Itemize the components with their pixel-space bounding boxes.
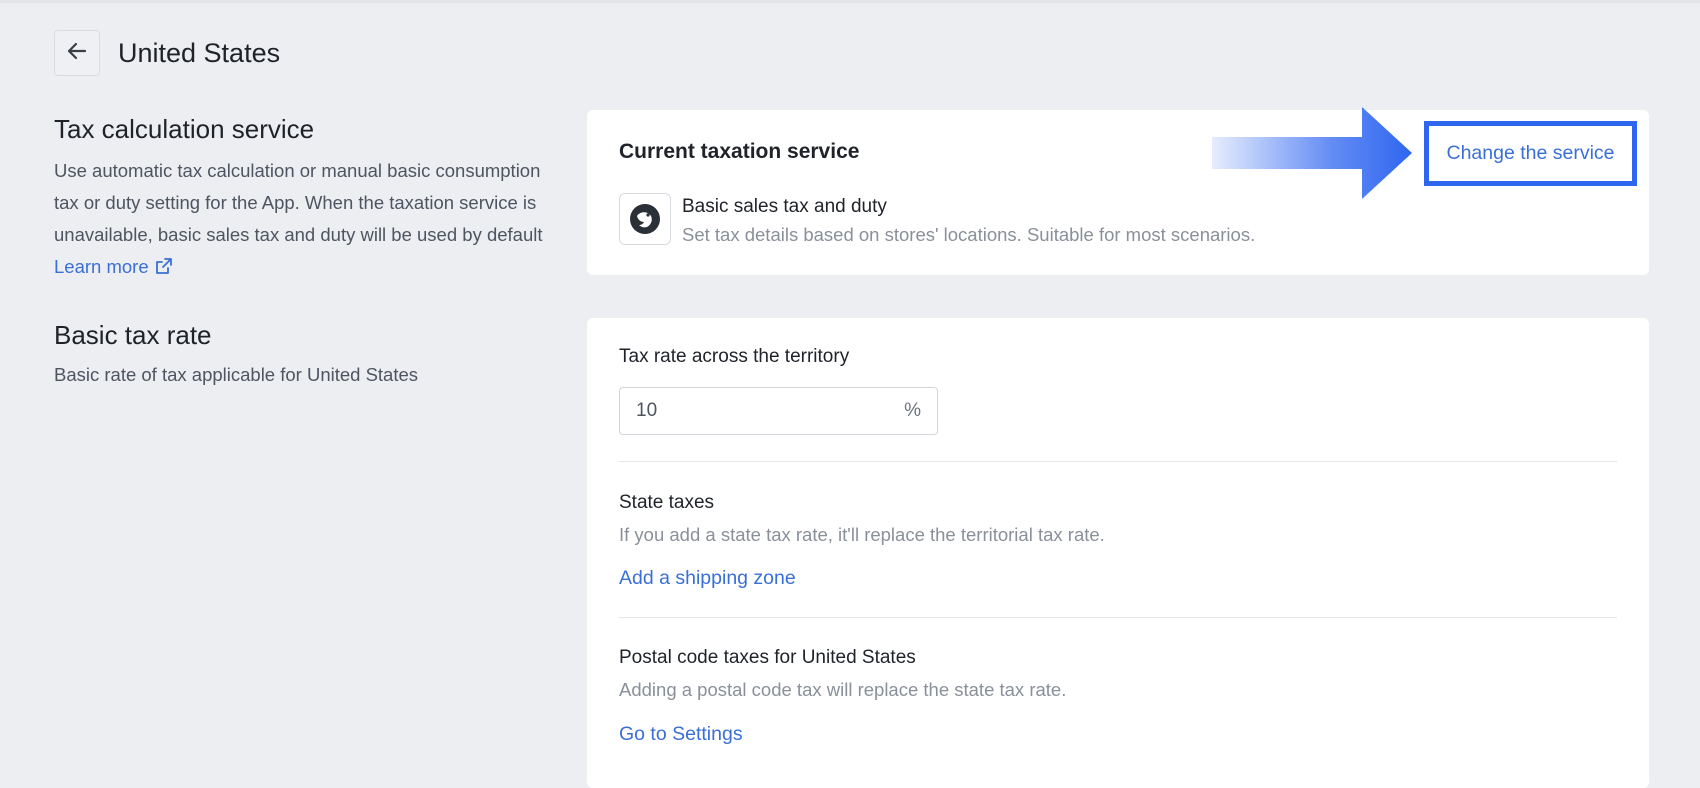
tax-service-description: Use automatic tax calculation or manual … [54,155,544,285]
learn-more-link[interactable]: Learn more [54,256,173,277]
add-shipping-zone-link[interactable]: Add a shipping zone [619,567,796,590]
service-name: Basic sales tax and duty [682,196,887,217]
arrow-left-icon [65,39,89,68]
territory-rate-field[interactable]: % [619,387,938,435]
state-taxes-description: If you add a state tax rate, it'll repla… [619,524,1105,545]
state-taxes-title: State taxes [619,492,715,513]
tax-service-description-text: Use automatic tax calculation or manual … [54,160,543,245]
back-button[interactable] [54,30,100,76]
divider [619,461,1617,462]
service-description: Set tax details based on stores' locatio… [682,224,1256,245]
current-service-heading: Current taxation service [619,140,860,163]
basic-rate-section: Basic tax rate Basic rate of tax applica… [54,320,544,391]
current-service-card: Current taxation service Basic sales tax… [587,107,1649,275]
tax-service-section: Tax calculation service Use automatic ta… [54,114,544,285]
territory-rate-label: Tax rate across the territory [619,346,850,367]
postal-taxes-title: Postal code taxes for United States [619,647,916,668]
go-to-settings-link[interactable]: Go to Settings [619,723,743,746]
territory-rate-input[interactable] [636,400,836,422]
service-logo-icon [619,193,671,245]
page-title: United States [118,38,281,68]
postal-taxes-description: Adding a postal code tax will replace th… [619,679,1067,700]
basic-rate-description: Basic rate of tax applicable for United … [54,364,419,385]
percent-unit: % [904,400,921,421]
divider [619,617,1617,618]
top-border [0,0,1700,3]
arrow-right-icon [1212,105,1424,206]
basic-rate-title: Basic tax rate [54,320,212,350]
tax-service-title: Tax calculation service [54,114,315,144]
learn-more-label: Learn more [54,256,149,277]
change-service-button[interactable]: Change the service [1424,121,1637,186]
tax-rate-card: Tax rate across the territory % State ta… [587,318,1649,788]
external-link-icon [155,253,173,285]
